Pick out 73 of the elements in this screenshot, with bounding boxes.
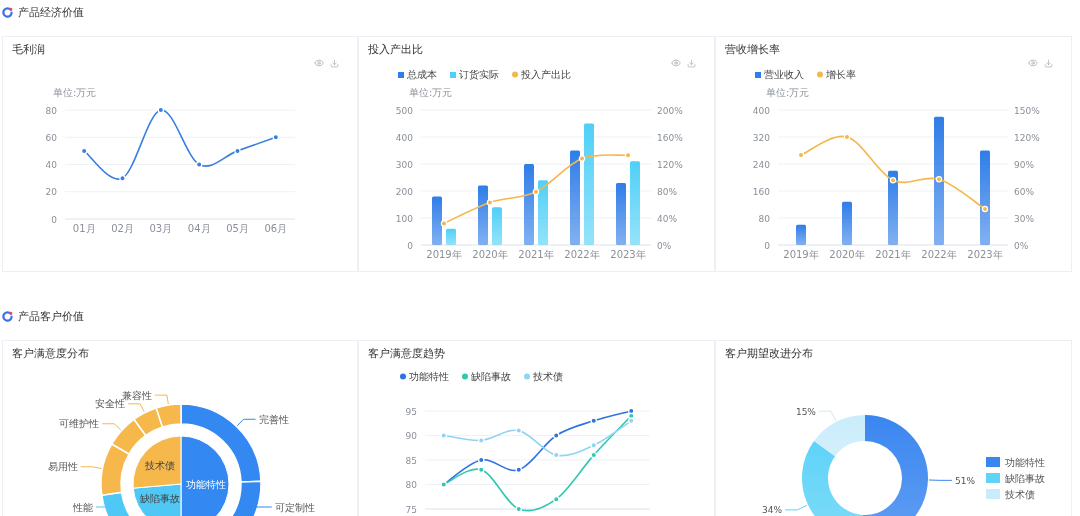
y-axis-label: 80: [45, 105, 57, 116]
card-title: 客户满意度分布: [11, 346, 90, 361]
percent-label: 15%: [795, 406, 816, 417]
x-axis-label: 05月: [226, 223, 249, 234]
card-title: 客户期望改进分布: [724, 346, 814, 361]
y-axis-label: 100: [395, 213, 413, 224]
y-axis-label: 160: [752, 186, 770, 197]
x-axis-label: 2022年: [921, 249, 957, 260]
slice-label: 功能特性: [186, 479, 226, 490]
x-axis-label: 02月: [111, 223, 134, 234]
y-axis-label: 200%: [657, 105, 683, 116]
y-axis-label: 95: [405, 406, 417, 417]
segment-label: 可维护性: [59, 418, 100, 430]
y-axis-label: 0%: [1014, 240, 1029, 251]
y-axis-label: 0%: [657, 240, 672, 251]
y-axis-label: 90: [405, 431, 417, 441]
y-axis-label: 400: [752, 105, 770, 116]
x-axis-label: 2021年: [518, 249, 554, 260]
y-axis-label: 200: [395, 186, 413, 197]
y-axis-label: 80: [405, 480, 417, 490]
y-axis-label: 40: [45, 160, 57, 170]
y-axis-label: 0: [51, 214, 57, 225]
y-axis-label: 80%: [657, 186, 677, 197]
x-axis-label: 2020年: [829, 249, 865, 260]
y-axis-label: 500: [395, 105, 413, 116]
y-axis-label: 240: [752, 159, 770, 170]
x-axis-label: 03月: [149, 223, 173, 234]
segment-label: 可定制性: [274, 501, 315, 513]
x-axis-label: 2023年: [610, 249, 646, 260]
y-axis-label: 120%: [657, 159, 683, 170]
unit-label: 单位:万元: [409, 87, 453, 98]
segment-label: 完善性: [258, 413, 289, 425]
y-axis-label: 320: [752, 132, 770, 143]
card-title: 毛利润: [11, 42, 46, 57]
y-axis-label: 300: [395, 159, 413, 170]
y-axis-label: 75: [405, 504, 417, 515]
slice-label: 缺陷事故: [140, 493, 180, 504]
section-title: 产品客户价值: [18, 308, 84, 324]
y-axis-label: 85: [405, 455, 417, 466]
section-title: 产品经济价值: [18, 4, 84, 20]
y-axis-label: 150%: [1014, 105, 1040, 116]
y-axis-label: 20: [45, 187, 57, 198]
percent-label: 51%: [954, 475, 975, 486]
slice-label: 技术债: [145, 460, 175, 472]
y-axis-label: 0: [764, 240, 770, 251]
x-axis-label: 2023年: [967, 249, 1003, 260]
x-axis-label: 2019年: [783, 249, 819, 260]
segment-label: 兼容性: [121, 389, 152, 401]
y-axis-label: 30%: [1014, 213, 1034, 224]
x-axis-label: 2019年: [426, 249, 462, 260]
x-axis-label: 2022年: [564, 249, 600, 260]
percent-label: 34%: [762, 505, 783, 516]
card-title: 客户满意度趋势: [367, 346, 446, 361]
segment-label: 易用性: [47, 461, 78, 473]
y-axis-label: 40%: [657, 213, 677, 224]
x-axis-label: 2020年: [472, 249, 508, 260]
y-axis-label: 60%: [1014, 186, 1034, 197]
y-axis-label: 120%: [1014, 132, 1040, 143]
y-axis-label: 90%: [1014, 159, 1034, 170]
x-axis-label: 01月: [72, 223, 96, 234]
segment-label: 性能: [72, 501, 93, 513]
y-axis-label: 60: [45, 132, 57, 143]
x-axis-label: 06月: [264, 223, 288, 234]
unit-label: 单位:万元: [53, 87, 97, 98]
x-axis-label: 2021年: [875, 249, 911, 260]
y-axis-label: 0: [407, 240, 413, 251]
y-axis-label: 400: [395, 132, 413, 143]
card-title: 营收增长率: [724, 42, 781, 57]
x-axis-label: 04月: [187, 223, 211, 234]
y-axis-label: 160%: [657, 132, 683, 143]
card-title: 投入产出比: [367, 42, 424, 57]
unit-label: 单位:万元: [766, 87, 810, 98]
y-axis-label: 80: [758, 213, 770, 224]
